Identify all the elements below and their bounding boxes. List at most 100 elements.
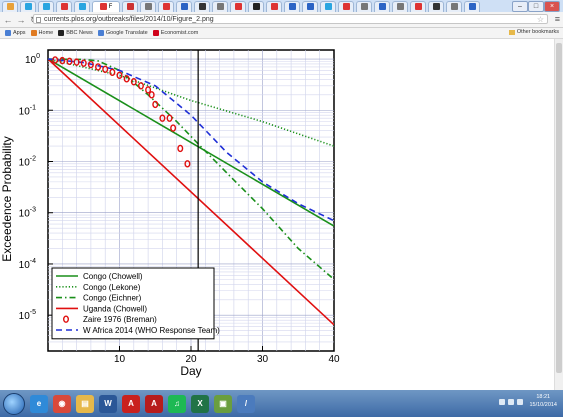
chrome-menu-icon[interactable]: ≡ <box>555 14 560 24</box>
browser-tab[interactable] <box>158 0 174 12</box>
forward-icon[interactable]: → <box>16 15 26 25</box>
tab-favicon-icon <box>414 3 422 10</box>
clock-date: 15/10/2014 <box>529 402 557 408</box>
tab-favicon-icon <box>42 3 50 10</box>
system-tray-icons <box>496 399 523 405</box>
bookmark-item[interactable]: Google Translate <box>97 30 148 36</box>
page-content: 10 20 30 40 100 10-1 10-2 10-3 10-4 10-5 Day Exce… <box>0 39 563 390</box>
pen-app-icon[interactable]: / <box>237 394 255 413</box>
bookmark-item[interactable]: Home <box>30 30 54 36</box>
tab-favicon-icon <box>378 3 386 10</box>
browser-tab[interactable] <box>2 0 18 12</box>
browser-tab[interactable] <box>464 0 480 12</box>
y-tick-label: 10-4 <box>19 258 36 271</box>
tab-favicon-icon <box>432 3 440 10</box>
bookmark-star-icon[interactable]: ☆ <box>537 15 544 25</box>
bookmark-label: Google Translate <box>105 30 148 36</box>
back-icon[interactable]: ← <box>3 15 13 25</box>
excel-icon[interactable]: X <box>191 394 209 413</box>
ie-icon[interactable]: e <box>30 394 48 413</box>
clock[interactable]: 18:21 15/10/2014 <box>529 393 557 409</box>
legend-label: Zaire 1976 (Breman) <box>83 315 157 324</box>
bookmark-label: Home <box>38 30 54 36</box>
tab-favicon-icon <box>99 3 107 10</box>
x-tick-label: 30 <box>257 354 269 365</box>
tab-favicon-icon <box>78 3 86 10</box>
browser-tab[interactable]: F <box>92 0 120 12</box>
browser-tab[interactable] <box>20 0 36 12</box>
image-viewer-icon[interactable]: ▣ <box>214 394 232 413</box>
volume-icon[interactable] <box>517 399 523 405</box>
tab-favicon-icon <box>234 3 242 10</box>
bookmark-label: Economist.com <box>160 30 199 36</box>
browser-tab[interactable] <box>410 0 426 12</box>
y-tick-label: 10-5 <box>19 309 36 322</box>
other-bookmarks-label: Other bookmarks <box>516 29 559 35</box>
browser-toolbar: ← → ↻ currents.plos.org/outbreaks/files/… <box>0 12 563 28</box>
network-icon[interactable] <box>508 399 514 405</box>
tab-favicon-icon <box>162 3 170 10</box>
folder-icon[interactable]: ▤ <box>76 394 94 413</box>
vertical-scrollbar[interactable] <box>554 39 563 390</box>
x-tick-label: 40 <box>328 354 340 365</box>
browser-tab[interactable] <box>194 0 210 12</box>
browser-tab[interactable] <box>374 0 390 12</box>
legend-label: Congo (Lekone) <box>83 283 141 292</box>
tab-favicon-icon <box>198 3 206 10</box>
word-icon[interactable]: W <box>99 394 117 413</box>
legend-label: Congo (Eichner) <box>83 294 142 303</box>
bookmark-icon <box>58 30 65 36</box>
bookmarks-bar: Apps Home BBC News Google Translate Economis… <box>0 28 563 39</box>
bookmark-item[interactable]: Economist.com <box>152 30 199 36</box>
tab-favicon-icon <box>342 3 350 10</box>
bookmark-item[interactable]: BBC News <box>58 30 93 36</box>
browser-tab[interactable] <box>392 0 408 12</box>
y-tick-label: 10-1 <box>19 104 36 117</box>
tab-favicon-icon <box>252 3 260 10</box>
x-axis-label: Day <box>180 364 201 378</box>
browser-tab[interactable] <box>230 0 246 12</box>
tab-favicon-icon <box>324 3 332 10</box>
browser-tab[interactable] <box>140 0 156 12</box>
browser-tab[interactable] <box>266 0 282 12</box>
start-button[interactable] <box>3 392 25 415</box>
browser-tab[interactable] <box>56 0 72 12</box>
tray-up-arrow-icon[interactable] <box>499 399 505 405</box>
bookmark-icon <box>97 30 104 36</box>
browser-tab[interactable] <box>122 0 138 12</box>
windows-taskbar: e ◉ ▤ W A A ♫ X ▣/ 18:21 15/10/2014 <box>0 390 563 417</box>
browser-tab[interactable] <box>74 0 90 12</box>
address-bar[interactable]: currents.plos.org/outbreaks/files/2014/1… <box>33 14 548 24</box>
other-bookmarks[interactable]: Other bookmarks <box>508 29 559 35</box>
acrobat-icon[interactable]: A <box>122 394 140 413</box>
bookmark-icon <box>152 30 159 36</box>
tab-favicon-icon <box>126 3 134 10</box>
browser-tab[interactable] <box>248 0 264 12</box>
browser-tab[interactable] <box>320 0 336 12</box>
browser-tab[interactable] <box>176 0 192 12</box>
maximize-button[interactable]: □ <box>528 1 544 12</box>
browser-tab[interactable] <box>284 0 300 12</box>
browser-tab[interactable] <box>338 0 354 12</box>
close-window-button[interactable]: × <box>544 1 560 12</box>
folder-icon <box>508 29 515 35</box>
bookmark-label: Apps <box>13 30 26 36</box>
browser-tab[interactable] <box>428 0 444 12</box>
legend: Congo (Chowell) Congo (Lekone) Congo (Eich… <box>51 267 220 340</box>
legend-label: W Africa 2014 (WHO Response Team) <box>83 326 220 335</box>
tab-favicon-icon <box>144 3 152 10</box>
browser-tab[interactable] <box>38 0 54 12</box>
spotify-icon[interactable]: ♫ <box>168 394 186 413</box>
minimize-button[interactable]: – <box>512 1 528 12</box>
browser-tab[interactable] <box>446 0 462 12</box>
acrobat-reader-icon[interactable]: A <box>145 394 163 413</box>
tab-favicon-icon <box>468 3 476 10</box>
tab-favicon-icon <box>216 3 224 10</box>
bookmark-item[interactable]: Apps <box>5 30 26 36</box>
chrome-icon[interactable]: ◉ <box>53 394 71 413</box>
browser-tab[interactable] <box>302 0 318 12</box>
browser-tab[interactable] <box>212 0 228 12</box>
tab-favicon-icon <box>270 3 278 10</box>
browser-tab[interactable] <box>356 0 372 12</box>
scrollbar-thumb[interactable] <box>556 43 562 373</box>
